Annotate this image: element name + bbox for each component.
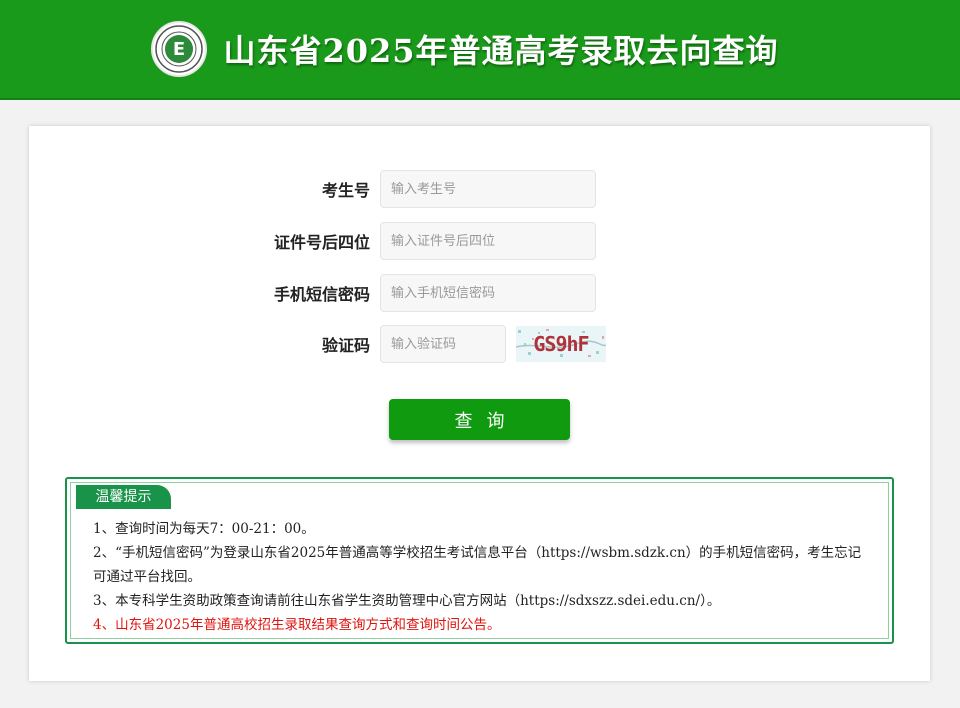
notice-title: 温馨提示 bbox=[76, 485, 171, 509]
exam-number-row: 考生号 bbox=[29, 170, 596, 208]
svg-text:E: E bbox=[173, 39, 185, 60]
notice-list: 1、查询时间为每天7：00-21：00。 2、“手机短信密码”为登录山东省202… bbox=[93, 517, 873, 637]
notice-box: 温馨提示 1、查询时间为每天7：00-21：00。 2、“手机短信密码”为登录山… bbox=[65, 477, 894, 644]
query-button[interactable]: 查询 bbox=[389, 399, 570, 440]
page-header: E 山东省2025年普通高考录取去向查询 bbox=[0, 0, 960, 100]
sms-password-row: 手机短信密码 bbox=[29, 274, 596, 312]
exam-number-label: 考生号 bbox=[321, 181, 370, 200]
captcha-image[interactable]: GS9hF bbox=[516, 326, 606, 362]
id-last4-row: 证件号后四位 bbox=[29, 222, 596, 260]
notice-item: 1、查询时间为每天7：00-21：00。 bbox=[93, 521, 315, 537]
captcha-label: 验证码 bbox=[321, 336, 370, 355]
exam-number-input[interactable] bbox=[380, 170, 596, 208]
captcha-row: 验证码 GS9hF bbox=[29, 325, 606, 363]
captcha-input[interactable] bbox=[380, 325, 506, 363]
id-last4-input[interactable] bbox=[380, 222, 596, 260]
notice-item: 3、本专科学生资助政策查询请前往山东省学生资助管理中心官方网站（https://… bbox=[93, 593, 721, 609]
sms-password-input[interactable] bbox=[380, 274, 596, 312]
id-last4-label: 证件号后四位 bbox=[273, 233, 370, 252]
query-card: 考生号 证件号后四位 手机短信密码 验证码 GS9hF 查 bbox=[29, 126, 930, 681]
captcha-text: GS9hF bbox=[533, 332, 588, 356]
notice-item: 2、“手机短信密码”为登录山东省2025年普通高等学校招生考试信息平台（http… bbox=[93, 545, 862, 585]
page-title: 山东省2025年普通高考录取去向查询 bbox=[223, 32, 779, 70]
exam-authority-seal-icon: E bbox=[151, 21, 208, 77]
notice-inner: 温馨提示 1、查询时间为每天7：00-21：00。 2、“手机短信密码”为登录山… bbox=[70, 482, 889, 639]
sms-password-label: 手机短信密码 bbox=[273, 285, 370, 304]
notice-item-announcement-link[interactable]: 4、山东省2025年普通高校招生录取结果查询方式和查询时间公告。 bbox=[93, 613, 873, 637]
header-inner: E 山东省2025年普通高考录取去向查询 bbox=[151, 21, 778, 77]
